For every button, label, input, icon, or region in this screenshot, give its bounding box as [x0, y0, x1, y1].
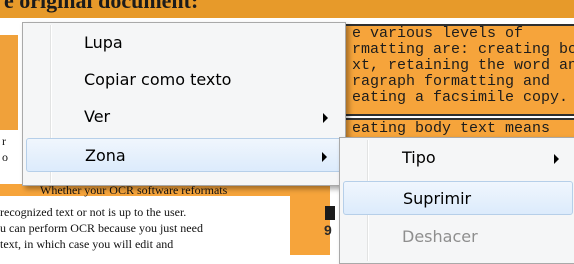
text-zone-middle: 9	[290, 184, 335, 255]
zone-text-line: ragraph formatting and	[352, 73, 551, 90]
left-zone-strip	[0, 35, 18, 130]
submenu-arrow-icon	[322, 152, 327, 162]
zone-marker	[325, 206, 335, 220]
submenu-arrow-icon	[554, 154, 559, 164]
menu-item-suprimir[interactable]: Suprimir	[343, 181, 573, 215]
zone-text-line: rmatting are: creating bo	[352, 41, 574, 58]
menu-item-tipo[interactable]: Tipo	[343, 141, 573, 175]
zone-text-line: u can perform OCR because you just need	[0, 221, 203, 235]
document-heading: e original document:	[4, 0, 199, 13]
zone-text-line: xt, retaining the word an	[352, 57, 574, 74]
menu-item-deshacer: Deshacer	[343, 220, 573, 254]
zone-text-line: e various levels of	[352, 25, 524, 42]
text-zone-left: Whether your OCR software reformats reco…	[0, 183, 290, 255]
menu-item-ver[interactable]: Ver	[26, 100, 342, 134]
context-menu: Lupa Copiar como texto Ver Zona	[22, 22, 346, 186]
menu-item-label: Copiar como texto	[84, 70, 232, 89]
zone-text-line: eating a facsimile copy.	[352, 89, 569, 106]
submenu-arrow-icon	[323, 113, 328, 123]
left-fragment: r	[2, 134, 6, 148]
zone-text-line: eating body text means	[352, 120, 551, 137]
zone-glyph: 9	[324, 222, 332, 238]
menu-item-label: Ver	[84, 107, 111, 126]
menu-item-label: Suprimir	[403, 189, 472, 208]
menu-item-label: Lupa	[84, 33, 123, 52]
zone-text-line: recognized text or not is up to the user…	[0, 205, 187, 219]
menu-item-label: Deshacer	[402, 227, 478, 246]
menu-item-copiar-como-texto[interactable]: Copiar como texto	[26, 63, 342, 97]
menu-item-label: Zona	[85, 146, 126, 165]
document-heading-zone: e original document:	[0, 0, 574, 18]
menu-item-label: Tipo	[402, 148, 436, 167]
zone-text-line: text, in which case you will edit and	[0, 237, 174, 251]
left-fragment: o	[2, 150, 8, 164]
menu-item-lupa[interactable]: Lupa	[26, 26, 342, 60]
text-zone-right: e various levels of rmatting are: creati…	[330, 24, 574, 116]
zona-submenu: Tipo Suprimir Deshacer	[339, 137, 574, 264]
menu-item-zona[interactable]: Zona	[26, 138, 342, 172]
